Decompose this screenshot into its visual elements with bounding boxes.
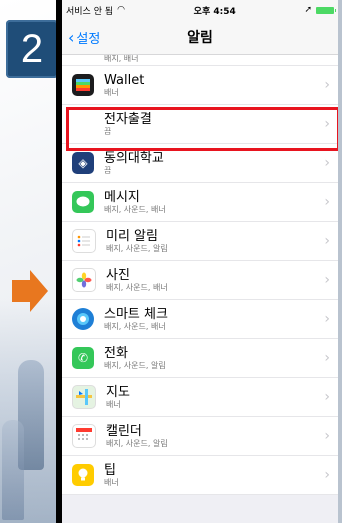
- photos-icon: [72, 268, 96, 292]
- status-bar: 서비스 안 됨 ◠ 오후 4:54 ➚: [62, 0, 338, 20]
- list-item-subtitle: 배지, 사운드, 배너: [104, 321, 166, 331]
- list-item-title: 지도: [106, 384, 130, 400]
- calendar-icon: [72, 424, 96, 448]
- right-arrow-icon: [12, 270, 48, 312]
- lightbulb-icon: [72, 464, 94, 486]
- list-item-electronic-attendance[interactable]: 전자출결 끔 ›: [62, 105, 338, 144]
- list-item-title: 전화: [104, 345, 128, 361]
- location-icon: ➚: [304, 5, 312, 15]
- list-item-subtitle: 배너: [104, 477, 119, 487]
- list-item-wallet[interactable]: Wallet 배너 ›: [62, 66, 338, 105]
- list-item-subtitle: 배지, 사운드, 알림: [104, 360, 166, 370]
- list-item-title: Wallet: [104, 72, 145, 88]
- battery-icon: [316, 6, 336, 14]
- figure-silhouette: [2, 420, 24, 520]
- list-item-title: 팁: [104, 462, 116, 478]
- list-item-title: 미리 알림: [106, 228, 158, 244]
- messages-icon: [72, 191, 94, 213]
- list-item-title: 스마트 체크: [104, 306, 168, 322]
- list-item-title: 캘린더: [106, 423, 142, 439]
- chevron-right-icon: ›: [324, 155, 330, 171]
- chevron-right-icon: ›: [324, 311, 330, 327]
- list-item-subtitle: 배지, 사운드, 배너: [104, 204, 166, 214]
- list-item-dongeui-university[interactable]: ◈ 동의대학교 끔 ›: [62, 144, 338, 183]
- list-item-subtitle: 배지, 배너: [104, 55, 139, 63]
- chevron-right-icon: ›: [324, 389, 330, 405]
- list-item[interactable]: 배지, 배너: [62, 55, 338, 66]
- list-item-subtitle: 배너: [104, 87, 119, 97]
- list-item-title: 사진: [106, 267, 130, 283]
- status-time: 오후 4:54: [193, 6, 236, 17]
- list-item-subtitle: 배지, 사운드, 배너: [106, 282, 168, 292]
- chevron-right-icon: ›: [324, 116, 330, 132]
- chevron-right-icon: ›: [324, 77, 330, 93]
- list-item-subtitle: 끔: [104, 126, 112, 136]
- phone-icon: ✆: [72, 347, 94, 369]
- chevron-right-icon: ›: [324, 233, 330, 249]
- chevron-right-icon: ›: [324, 428, 330, 444]
- page-title: 알림: [187, 30, 213, 46]
- list-item-subtitle: 배지, 사운드, 알림: [106, 438, 168, 448]
- list-item-maps[interactable]: 지도 배너 ›: [62, 378, 338, 417]
- notification-app-list: 배지, 배너 Wallet 배너 › 전자출결 끔 › ◈ 동의대학교 끔 › …: [62, 55, 338, 495]
- phone-frame: 서비스 안 됨 ◠ 오후 4:54 ➚ ‹ 설정 알림 배지, 배너 Walle…: [56, 0, 338, 523]
- chevron-right-icon: ›: [324, 350, 330, 366]
- list-item-subtitle: 배너: [106, 399, 121, 409]
- list-item-subtitle: 끔: [104, 165, 112, 175]
- smart-check-icon: [72, 308, 94, 330]
- chevron-right-icon: ›: [324, 194, 330, 210]
- list-item-calendar[interactable]: 캘린더 배지, 사운드, 알림 ›: [62, 417, 338, 456]
- back-button[interactable]: ‹ 설정: [68, 28, 100, 47]
- list-item-phone[interactable]: ✆ 전화 배지, 사운드, 알림 ›: [62, 339, 338, 378]
- maps-icon: [72, 385, 96, 409]
- reminders-icon: [72, 229, 96, 253]
- list-item-title: 동의대학교: [104, 150, 164, 166]
- back-button-label: 설정: [76, 32, 101, 47]
- list-item-photos[interactable]: 사진 배지, 사운드, 배너 ›: [62, 261, 338, 300]
- university-icon: ◈: [72, 152, 94, 174]
- wallet-icon: [72, 74, 94, 96]
- phone-screen: 서비스 안 됨 ◠ 오후 4:54 ➚ ‹ 설정 알림 배지, 배너 Walle…: [62, 0, 338, 523]
- list-item-reminders[interactable]: 미리 알림 배지, 사운드, 알림 ›: [62, 222, 338, 261]
- list-item-messages[interactable]: 메시지 배지, 사운드, 배너 ›: [62, 183, 338, 222]
- list-item-subtitle: 배지, 사운드, 알림: [106, 243, 168, 253]
- chevron-right-icon: ›: [324, 272, 330, 288]
- chevron-left-icon: ‹: [68, 28, 75, 47]
- list-item-tips[interactable]: 팁 배너 ›: [62, 456, 338, 495]
- blank-app-icon: [72, 113, 94, 135]
- list-item-title: 전자출결: [104, 111, 152, 127]
- carrier-label: 서비스 안 됨: [66, 6, 114, 17]
- navigation-bar: ‹ 설정 알림: [62, 20, 338, 55]
- wifi-icon: ◠: [117, 5, 125, 15]
- list-item-smart-check[interactable]: 스마트 체크 배지, 사운드, 배너 ›: [62, 300, 338, 339]
- list-item-title: 메시지: [104, 189, 140, 205]
- step-number-badge: 2: [6, 20, 58, 78]
- background-strip: [338, 0, 342, 523]
- chevron-right-icon: ›: [324, 467, 330, 483]
